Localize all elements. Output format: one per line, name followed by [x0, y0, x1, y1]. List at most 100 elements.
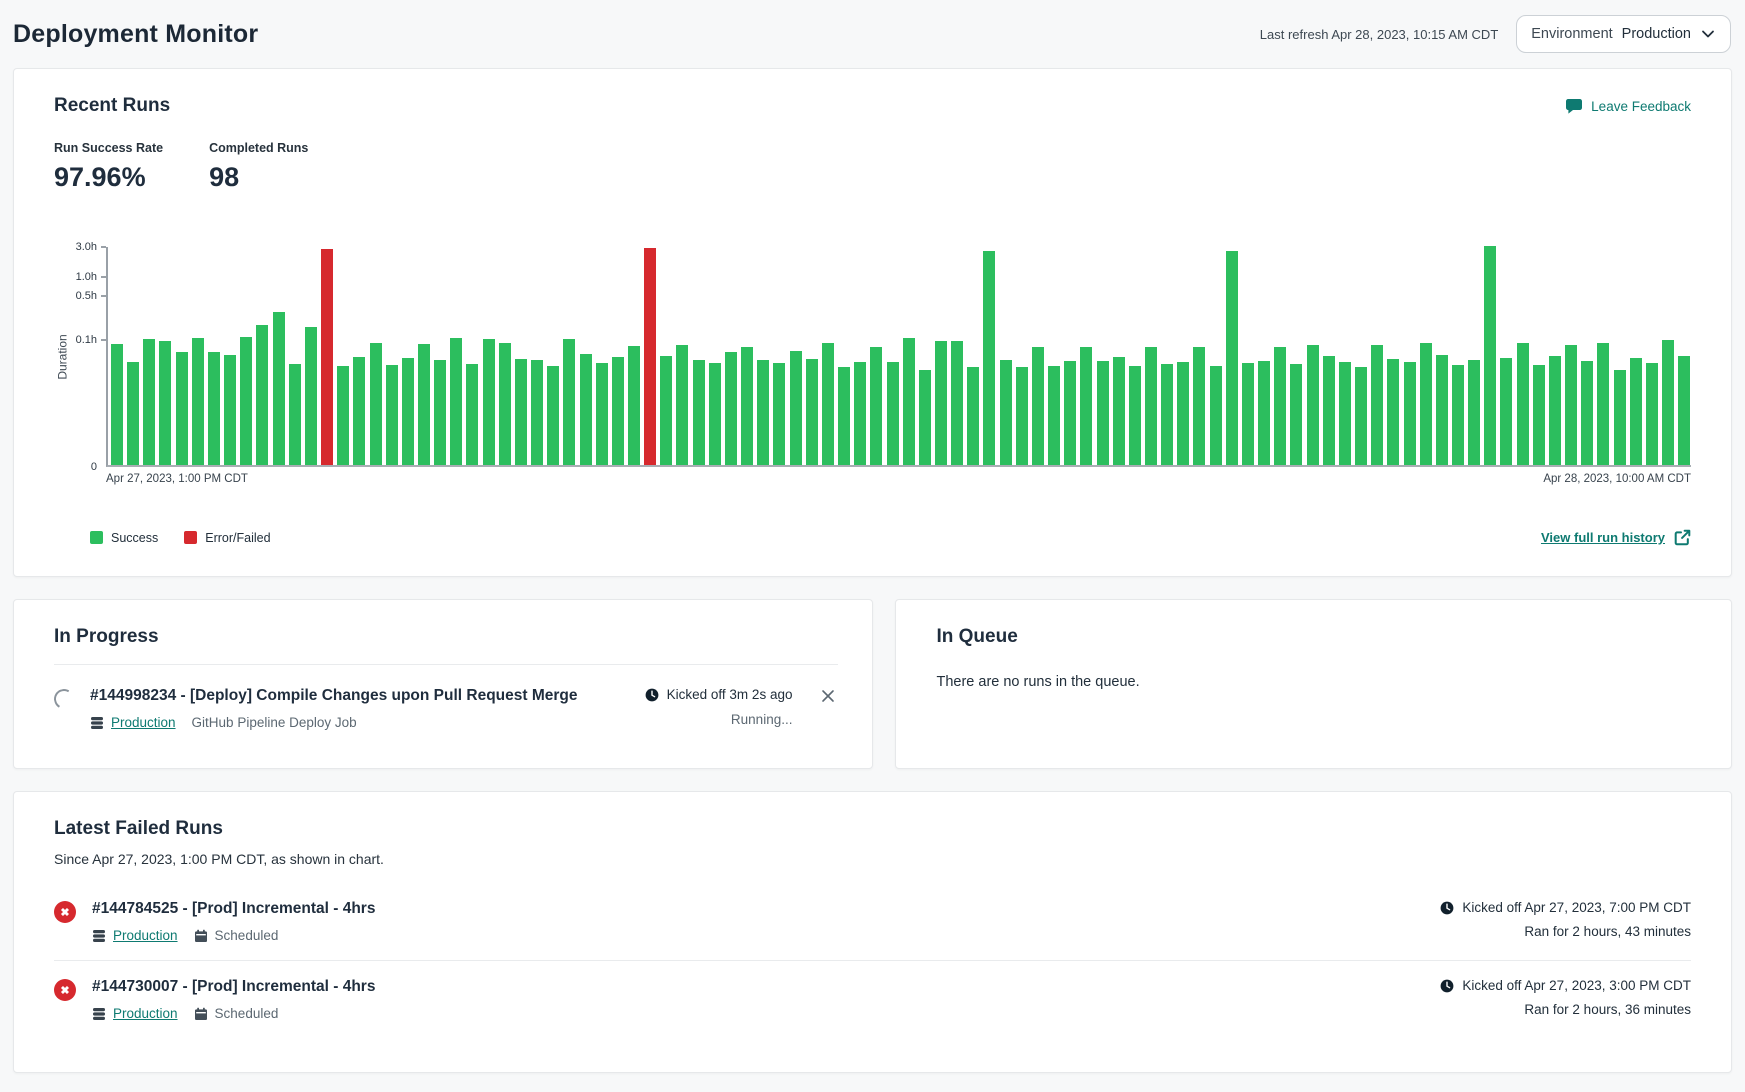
chart-bar-success[interactable] [1323, 356, 1335, 465]
chart-bar-success[interactable] [596, 363, 608, 465]
chart-bar-success[interactable] [1500, 358, 1512, 465]
chart-bar-success[interactable] [1113, 357, 1125, 465]
chart-bar-success[interactable] [208, 352, 220, 465]
chart-bar-success[interactable] [402, 358, 414, 465]
chart-bar-success[interactable] [337, 366, 349, 465]
chart-bar-success[interactable] [1161, 364, 1173, 465]
chart-bar-success[interactable] [224, 355, 236, 465]
chart-bar-success[interactable] [1210, 366, 1222, 465]
chart-bar-success[interactable] [757, 360, 769, 465]
chart-bar-success[interactable] [806, 359, 818, 465]
chart-bar-success[interactable] [192, 338, 204, 465]
chart-bar-success[interactable] [580, 354, 592, 465]
chart-bar-success[interactable] [1468, 360, 1480, 465]
chart-bar-success[interactable] [773, 363, 785, 465]
chart-bar-success[interactable] [531, 360, 543, 465]
chart-bar-success[interactable] [176, 352, 188, 465]
chart-bar-success[interactable] [1000, 360, 1012, 465]
chart-bar-success[interactable] [676, 345, 688, 465]
chart-bar-success[interactable] [1646, 363, 1658, 465]
chart-bar-success[interactable] [1517, 343, 1529, 465]
chart-bar-success[interactable] [159, 341, 171, 465]
environment-link[interactable]: Production [113, 1006, 178, 1021]
chart-bar-success[interactable] [1193, 347, 1205, 465]
chart-bar-success[interactable] [1290, 364, 1302, 465]
run-title[interactable]: #144730007 - [Prod] Incremental - 4hrs [92, 978, 1440, 996]
chart-bar-success[interactable] [483, 339, 495, 465]
chart-bar-success[interactable] [935, 341, 947, 465]
chart-bar-success[interactable] [919, 370, 931, 465]
run-title[interactable]: #144784525 - [Prod] Incremental - 4hrs [92, 900, 1440, 918]
chart-bar-success[interactable] [1565, 345, 1577, 465]
run-title[interactable]: #144998234 - [Deploy] Compile Changes up… [90, 687, 645, 705]
chart-bar-success[interactable] [1016, 367, 1028, 465]
chart-bar-success[interactable] [1597, 343, 1609, 465]
chart-bar-success[interactable] [822, 343, 834, 465]
chart-bar-success[interactable] [127, 362, 139, 465]
chart-bar-success[interactable] [450, 338, 462, 465]
chart-bar-success[interactable] [499, 343, 511, 465]
chart-bar-success[interactable] [854, 362, 866, 465]
chart-bar-success[interactable] [1339, 362, 1351, 465]
chart-bar-success[interactable] [967, 367, 979, 465]
chart-bar-success[interactable] [1614, 370, 1626, 465]
chart-bar-success[interactable] [1097, 361, 1109, 465]
chart-bar-success[interactable] [951, 341, 963, 465]
chart-bar-success[interactable] [1371, 345, 1383, 465]
chart-bar-success[interactable] [466, 364, 478, 465]
chart-bar-success[interactable] [1129, 366, 1141, 465]
chart-bar-success[interactable] [741, 347, 753, 465]
chart-bar-success[interactable] [1032, 347, 1044, 465]
chart-bar-success[interactable] [1242, 363, 1254, 465]
chart-bar-success[interactable] [887, 362, 899, 465]
chart-bar-success[interactable] [370, 343, 382, 465]
chart-bar-success[interactable] [305, 327, 317, 465]
chart-bar-success[interactable] [353, 357, 365, 465]
chart-bar-success[interactable] [1387, 359, 1399, 465]
chart-bar-success[interactable] [1274, 347, 1286, 465]
chart-bar-success[interactable] [903, 338, 915, 465]
chart-bar-success[interactable] [273, 312, 285, 465]
chart-bar-success[interactable] [1581, 361, 1593, 465]
chart-bar-success[interactable] [1436, 355, 1448, 465]
chart-bar-success[interactable] [838, 367, 850, 465]
chart-bar-success[interactable] [289, 364, 301, 465]
chart-bar-success[interactable] [1226, 251, 1238, 465]
chart-bar-success[interactable] [111, 344, 123, 465]
chart-bar-success[interactable] [1678, 356, 1690, 465]
leave-feedback-link[interactable]: Leave Feedback [1565, 98, 1691, 115]
environment-link[interactable]: Production [111, 715, 176, 730]
chart-bar-success[interactable] [628, 346, 640, 465]
chart-bar-success[interactable] [870, 347, 882, 465]
chart-bar-success[interactable] [563, 339, 575, 465]
chart-bar-success[interactable] [1533, 365, 1545, 465]
chart-bar-success[interactable] [660, 356, 672, 465]
chart-bar-success[interactable] [1355, 367, 1367, 465]
chart-bar-success[interactable] [1484, 246, 1496, 465]
chart-bar-success[interactable] [515, 359, 527, 465]
chart-bar-success[interactable] [790, 351, 802, 465]
chart-bar-success[interactable] [1064, 361, 1076, 465]
chart-bar-success[interactable] [1145, 347, 1157, 465]
environment-select[interactable]: Environment Production [1516, 15, 1731, 53]
chart-bar-success[interactable] [1662, 340, 1674, 465]
chart-bar-success[interactable] [1307, 345, 1319, 465]
close-icon[interactable] [818, 687, 838, 703]
chart-bar-success[interactable] [1258, 361, 1270, 465]
chart-bar-success[interactable] [709, 363, 721, 465]
chart-bar-success[interactable] [1177, 362, 1189, 465]
chart-bar-failed[interactable] [644, 248, 656, 465]
view-full-run-history-link[interactable]: View full run history [1541, 529, 1691, 546]
chart-bar-success[interactable] [612, 357, 624, 465]
chart-bar-success[interactable] [1630, 358, 1642, 465]
chart-bar-success[interactable] [547, 366, 559, 465]
chart-bar-success[interactable] [418, 344, 430, 465]
chart-bar-failed[interactable] [321, 249, 333, 465]
chart-bar-success[interactable] [1048, 366, 1060, 465]
chart-bar-success[interactable] [143, 339, 155, 465]
chart-bar-success[interactable] [693, 360, 705, 465]
chart-bar-success[interactable] [725, 352, 737, 465]
chart-bar-success[interactable] [983, 251, 995, 465]
chart-bar-success[interactable] [386, 365, 398, 465]
chart-bar-success[interactable] [1080, 347, 1092, 465]
